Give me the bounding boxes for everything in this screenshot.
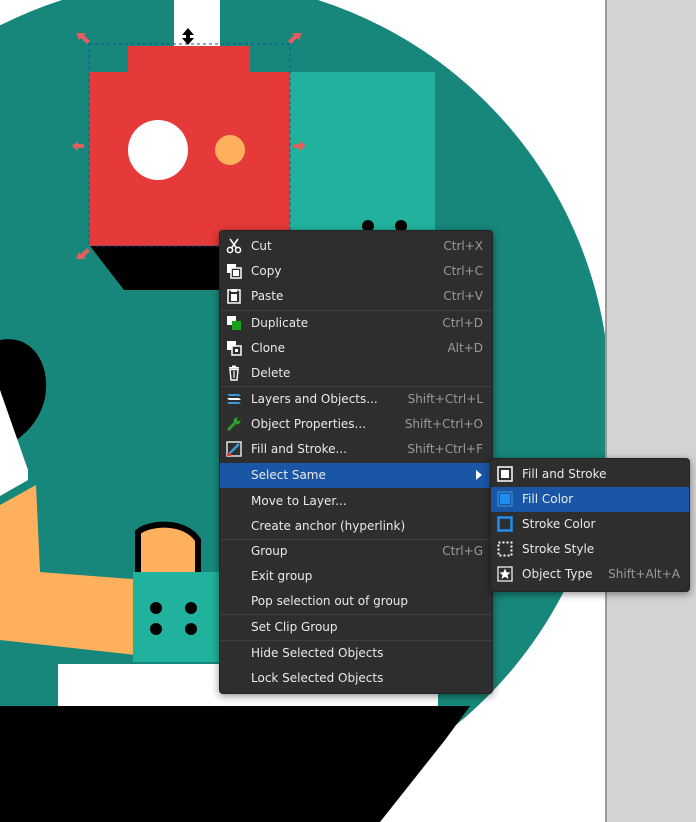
menu-item-label: Fill and Stroke...	[251, 442, 347, 456]
layers-icon	[226, 391, 242, 407]
menu-item-pop-selection[interactable]: Pop selection out of group	[220, 589, 492, 614]
select-same-submenu: Fill and Stroke Fill Color Stroke Color …	[490, 458, 690, 592]
menu-item-exit-group[interactable]: Exit group	[220, 564, 492, 589]
menu-item-shortcut: Shift+Ctrl+L	[407, 392, 483, 406]
paste-icon	[226, 288, 242, 304]
orange-hand-shape[interactable]	[135, 521, 201, 583]
menu-item-label: Cut	[251, 239, 272, 253]
menu-item-label: Exit group	[251, 569, 313, 583]
menu-item-layers-and-objects[interactable]: Layers and Objects... Shift+Ctrl+L	[220, 387, 492, 412]
menu-item-paste[interactable]: Paste Ctrl+V	[220, 284, 492, 309]
stroke-color-icon	[497, 516, 513, 532]
mint-block[interactable]	[280, 72, 435, 232]
menu-item-label: Stroke Color	[522, 517, 596, 531]
mint-box[interactable]	[133, 572, 223, 662]
menu-item-label: Object Type	[522, 567, 593, 581]
menu-item-hide-selected[interactable]: Hide Selected Objects	[220, 641, 492, 666]
orange-circle	[215, 135, 245, 165]
menu-item-label: Copy	[251, 264, 282, 278]
submenu-arrow-icon	[476, 470, 482, 480]
white-top-bar[interactable]	[174, 0, 220, 48]
menu-item-shortcut: Ctrl+C	[443, 264, 483, 278]
submenu-item-object-type[interactable]: Object Type Shift+Alt+A	[491, 562, 689, 587]
trash-icon	[226, 365, 242, 381]
menu-item-label: Create anchor (hyperlink)	[251, 519, 406, 533]
black-dot	[150, 623, 162, 635]
menu-item-label: Pop selection out of group	[251, 594, 409, 608]
menu-item-label: Paste	[251, 289, 284, 303]
stroke-style-icon	[497, 541, 513, 557]
black-dot	[185, 623, 197, 635]
menu-item-label: Fill and Stroke	[522, 467, 607, 481]
menu-item-cut[interactable]: Cut Ctrl+X	[220, 234, 492, 259]
menu-item-shortcut: Ctrl+V	[443, 289, 483, 303]
menu-item-label: Lock Selected Objects	[251, 671, 384, 685]
menu-item-shortcut: Shift+Alt+A	[608, 567, 680, 581]
fill-color-icon	[497, 491, 513, 507]
menu-item-set-clip-group[interactable]: Set Clip Group	[220, 615, 492, 640]
menu-item-label: Hide Selected Objects	[251, 646, 384, 660]
scissors-icon	[226, 238, 242, 254]
menu-item-delete[interactable]: Delete	[220, 361, 492, 386]
black-dot	[150, 602, 162, 614]
menu-item-label: Object Properties...	[251, 417, 366, 431]
menu-item-label: Duplicate	[251, 316, 309, 330]
menu-item-shortcut: Shift+Ctrl+O	[404, 417, 483, 431]
fill-stroke-icon	[226, 441, 242, 457]
clone-icon	[226, 340, 242, 356]
red-object[interactable]	[89, 46, 290, 246]
menu-item-label: Delete	[251, 366, 291, 380]
fill-and-stroke-icon	[497, 466, 513, 482]
submenu-item-stroke-style[interactable]: Stroke Style	[491, 537, 689, 562]
menu-item-shortcut: Alt+D	[447, 341, 483, 355]
menu-item-clone[interactable]: Clone Alt+D	[220, 336, 492, 361]
menu-item-shortcut: Shift+Ctrl+F	[407, 442, 483, 456]
submenu-item-fill-and-stroke[interactable]: Fill and Stroke	[491, 462, 689, 487]
menu-item-duplicate[interactable]: Duplicate Ctrl+D	[220, 311, 492, 336]
menu-item-label: Clone	[251, 341, 286, 355]
menu-item-shortcut: Ctrl+X	[443, 239, 483, 253]
submenu-item-fill-color[interactable]: Fill Color	[491, 487, 689, 512]
menu-item-label: Move to Layer...	[251, 494, 347, 508]
menu-item-label: Group	[251, 544, 288, 558]
black-dot	[185, 602, 197, 614]
white-circle	[128, 120, 188, 180]
menu-item-select-same[interactable]: Select Same	[220, 463, 492, 488]
menu-item-label: Set Clip Group	[251, 620, 338, 634]
menu-item-group[interactable]: Group Ctrl+G	[220, 539, 492, 564]
menu-item-object-properties[interactable]: Object Properties... Shift+Ctrl+O	[220, 412, 492, 437]
menu-item-fill-and-stroke[interactable]: Fill and Stroke... Shift+Ctrl+F	[220, 437, 492, 462]
menu-item-move-to-layer[interactable]: Move to Layer...	[220, 489, 492, 514]
menu-item-label: Stroke Style	[522, 542, 595, 556]
menu-item-shortcut: Ctrl+G	[442, 544, 483, 558]
copy-icon	[226, 263, 242, 279]
menu-item-create-anchor[interactable]: Create anchor (hyperlink)	[220, 514, 492, 539]
menu-item-shortcut: Ctrl+D	[442, 316, 483, 330]
menu-item-lock-selected[interactable]: Lock Selected Objects	[220, 666, 492, 691]
wrench-icon	[226, 416, 242, 432]
menu-item-label: Select Same	[251, 468, 326, 482]
duplicate-icon	[226, 315, 242, 331]
context-menu: Cut Ctrl+X Copy Ctrl+C Paste Ctrl+V Dupl…	[219, 230, 493, 694]
menu-item-label: Fill Color	[522, 492, 574, 506]
submenu-item-stroke-color[interactable]: Stroke Color	[491, 512, 689, 537]
menu-item-label: Layers and Objects...	[251, 392, 378, 406]
page-border	[605, 0, 607, 822]
star-icon	[497, 566, 513, 582]
menu-item-copy[interactable]: Copy Ctrl+C	[220, 259, 492, 284]
